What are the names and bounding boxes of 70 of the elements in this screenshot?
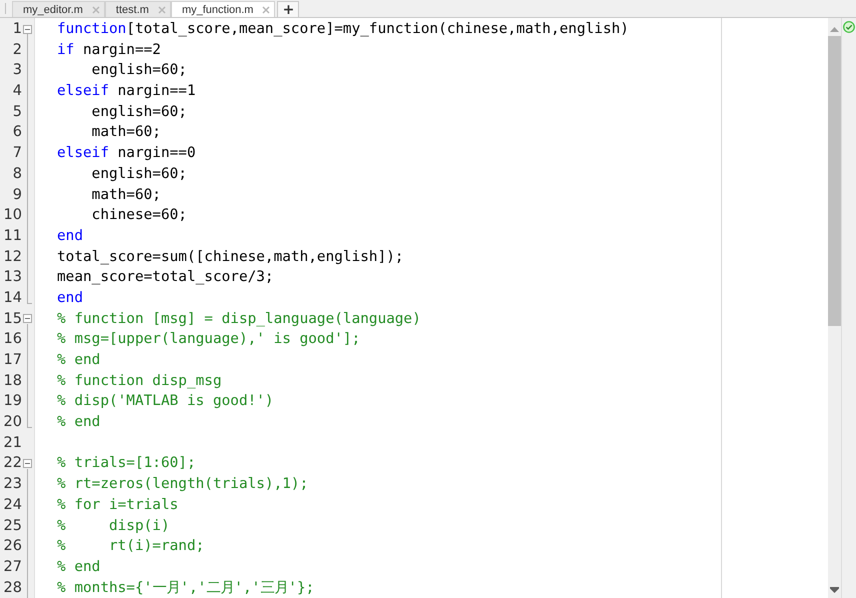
line-number: 21: [2, 434, 23, 453]
code-line: elseif nargin==1: [57, 82, 197, 102]
line-number: 11: [2, 226, 23, 246]
scroll-down-icon[interactable]: [830, 587, 839, 593]
code-line: % end: [57, 413, 102, 432]
code-line: end: [57, 288, 84, 308]
file-tab[interactable]: my_editor.m: [12, 1, 105, 17]
code-line: % function disp_msg: [57, 372, 223, 391]
code-line: math=60;: [90, 186, 162, 204]
fold-icon[interactable]: [23, 314, 32, 324]
code-line: % disp('MATLAB is good!'): [57, 392, 275, 412]
fold-icon[interactable]: [23, 24, 32, 34]
line-number: 19: [2, 392, 23, 412]
line-number: 1: [12, 20, 23, 39]
line-number: 13: [2, 268, 23, 288]
line-number: 2: [12, 40, 23, 60]
code-line: chinese=60;: [90, 206, 188, 226]
file-tab[interactable]: ttest.m: [104, 1, 171, 17]
code-line: % end: [57, 351, 102, 370]
line-number: 10: [2, 206, 23, 226]
line-number: 9: [12, 186, 23, 204]
line-number: 17: [2, 351, 23, 370]
line-number: 18: [2, 372, 23, 391]
code-line: end: [57, 226, 84, 246]
code-line: % months={'一月','二月','三月'};: [57, 578, 316, 598]
line-number: 7: [12, 144, 23, 164]
line-number: 6: [12, 123, 23, 142]
line-number: 22: [2, 454, 23, 474]
file-tab[interactable]: my_function.m: [170, 1, 276, 17]
line-number: 23: [2, 475, 23, 494]
code-line: elseif nargin==0: [57, 144, 197, 164]
line-number: 16: [2, 330, 23, 350]
close-icon[interactable]: [158, 6, 166, 14]
code-line: % msg=[upper(language),' is good'];: [57, 330, 362, 350]
line-number: 20: [2, 413, 23, 432]
code-line: % for i=trials: [57, 496, 180, 515]
line-number: 4: [12, 82, 23, 102]
line-number: 8: [12, 164, 23, 184]
line-number: 26: [2, 537, 23, 556]
line-number: 15: [2, 310, 23, 329]
code-line: english=60;: [90, 164, 188, 184]
code-line: % function [msg] = disp_language(language): [57, 310, 422, 329]
line-number: 12: [2, 248, 23, 267]
close-icon[interactable]: [92, 6, 100, 14]
code-editor[interactable]: [35, 18, 828, 598]
scrollbar-thumb[interactable]: [828, 36, 841, 326]
code-line: math=60;: [90, 123, 162, 142]
line-number: 3: [12, 61, 23, 80]
code-line: % rt=zeros(length(trials),1);: [57, 475, 310, 494]
line-number: 27: [2, 558, 23, 577]
line-number: 25: [2, 516, 23, 536]
code-line: % end: [57, 558, 102, 577]
new-tab-button[interactable]: +: [277, 1, 300, 17]
line-number: 28: [2, 578, 23, 598]
code-line: % rt(i)=rand;: [57, 537, 206, 556]
fold-icon[interactable]: [23, 459, 32, 468]
line-number: 14: [2, 288, 23, 308]
code-line: % disp(i): [57, 516, 171, 536]
code-line: english=60;: [90, 102, 188, 122]
code-line: % trials=[1:60];: [57, 454, 197, 474]
scroll-up-icon[interactable]: [830, 27, 839, 32]
code-line: function[total_score,mean_score]=my_function(chinese,math,english): [57, 20, 630, 39]
code-line: total_score=sum([chinese,math,english]);: [57, 248, 405, 267]
check-icon: [843, 21, 855, 33]
code-line: if nargin==2: [57, 40, 162, 60]
close-icon[interactable]: [262, 6, 270, 14]
line-number: 24: [2, 496, 23, 515]
code-line: mean_score=total_score/3;: [57, 268, 275, 288]
line-number: 5: [12, 102, 23, 122]
code-line: english=60;: [90, 61, 188, 80]
